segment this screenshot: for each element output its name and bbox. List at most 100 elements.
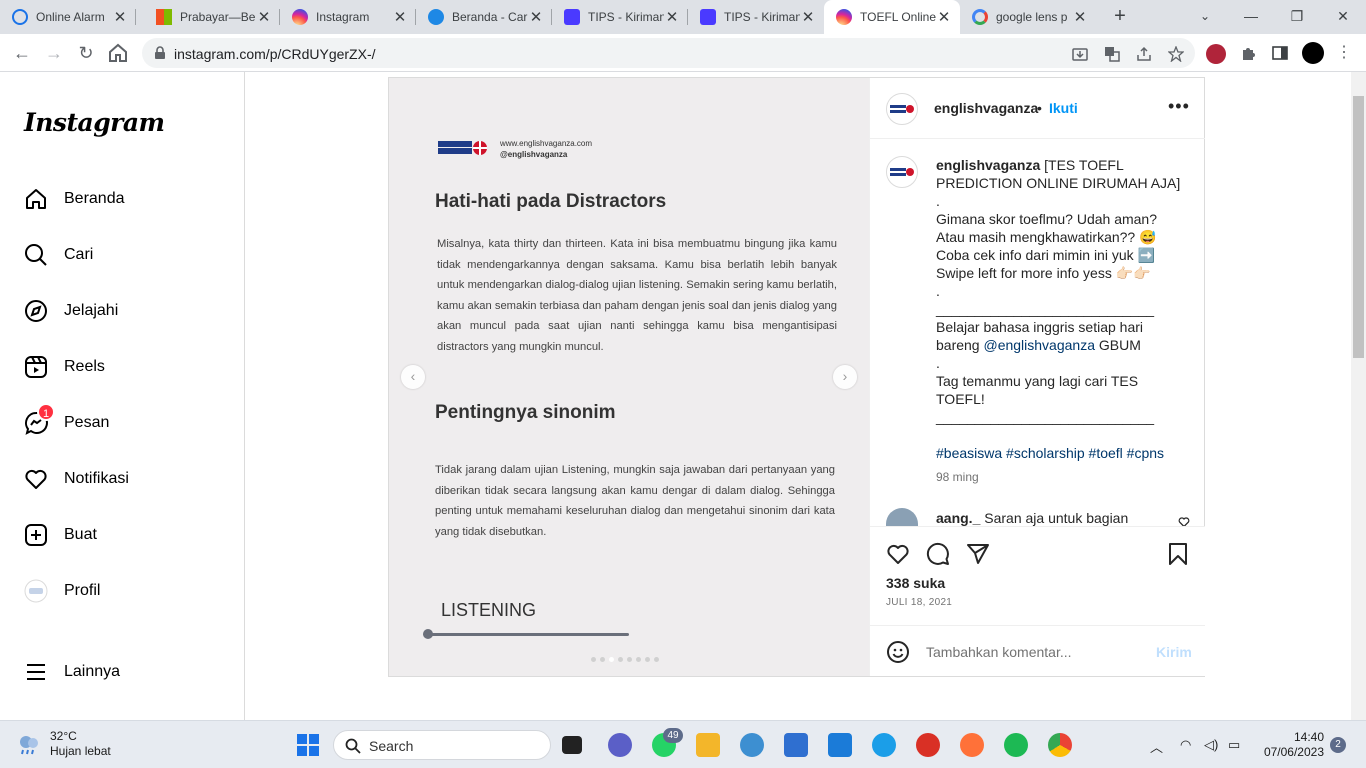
volume-icon[interactable]: ◁) <box>1204 737 1218 753</box>
sidebar-item-reels[interactable]: Reels <box>24 352 105 382</box>
close-window-button[interactable]: ✕ <box>1320 0 1366 34</box>
translate-icon[interactable] <box>1104 46 1120 62</box>
sidebar-item-pesan[interactable]: 1 Pesan <box>24 403 109 438</box>
side-panel-icon[interactable] <box>1272 45 1288 61</box>
instagram-logo[interactable]: Instagram <box>24 108 165 137</box>
forward-button[interactable]: → <box>42 41 66 65</box>
browser-tab[interactable]: google lens p ✕ <box>960 0 1096 34</box>
save-bookmark-icon[interactable] <box>1166 542 1190 566</box>
close-icon[interactable]: ✕ <box>800 8 816 26</box>
extension-icon[interactable] <box>1206 44 1226 64</box>
search-placeholder: Search <box>369 738 414 754</box>
pager-dot-active <box>609 657 614 662</box>
battery-icon[interactable]: ▭ <box>1228 737 1240 753</box>
share-send-icon[interactable] <box>966 542 990 566</box>
edge-icon[interactable] <box>740 733 764 757</box>
close-icon[interactable]: ✕ <box>664 8 680 26</box>
comment-icon[interactable] <box>926 542 950 566</box>
reload-button[interactable]: ↻ <box>74 41 98 65</box>
spotify-icon[interactable] <box>1004 733 1028 757</box>
browser-tab[interactable]: Online Alarm ✕ <box>0 0 136 34</box>
puzzle-icon[interactable] <box>1240 45 1256 61</box>
messenger-icon: 1 <box>24 403 55 435</box>
show-hidden-icons[interactable]: ︿ <box>1150 737 1163 756</box>
notification-badge[interactable]: 2 <box>1330 737 1346 753</box>
more-options-icon[interactable]: ••• <box>1168 96 1190 117</box>
caption-hashtags[interactable]: #beasiswa #scholarship #toefl #cpns <box>936 445 1164 461</box>
emoji-icon[interactable] <box>886 640 910 664</box>
taskbar-search[interactable]: Search <box>333 730 551 760</box>
install-icon[interactable] <box>1072 46 1088 62</box>
wifi-icon[interactable]: ◠ <box>1180 737 1191 753</box>
add-comment-bar: Tambahkan komentar... Kirim <box>870 625 1205 677</box>
follow-button[interactable]: Ikuti <box>1049 100 1078 116</box>
task-view-icon[interactable] <box>562 736 582 754</box>
close-icon[interactable]: ✕ <box>112 8 128 26</box>
back-button[interactable]: ← <box>10 41 34 65</box>
clock-date: 07/06/2023 <box>1263 745 1324 759</box>
page-scrollbar[interactable] <box>1351 72 1366 720</box>
author-username[interactable]: englishvaganza <box>934 100 1038 116</box>
commenter-avatar[interactable] <box>886 508 918 528</box>
comment-input[interactable]: Tambahkan komentar... <box>926 644 1072 660</box>
close-icon[interactable]: ✕ <box>528 8 544 26</box>
sidebar-item-cari[interactable]: Cari <box>24 240 93 270</box>
sidebar-item-jelajahi[interactable]: Jelajahi <box>24 296 118 326</box>
chrome-icon[interactable] <box>1048 733 1072 757</box>
url-text[interactable]: instagram.com/p/CRdUYgerZX-/ <box>174 46 376 62</box>
browser-tab-active[interactable]: TOEFL Online ✕ <box>824 0 960 34</box>
close-icon[interactable]: ✕ <box>392 8 408 26</box>
teams-chat-icon[interactable] <box>608 733 632 757</box>
close-icon[interactable]: ✕ <box>936 8 952 26</box>
caption-avatar[interactable] <box>886 156 918 188</box>
sidebar-item-notifikasi[interactable]: Notifikasi <box>24 464 129 494</box>
tab-title: Prabayar—Be <box>180 10 256 24</box>
like-count[interactable]: 338 suka <box>886 575 945 591</box>
browser-tab[interactable]: Instagram ✕ <box>280 0 416 34</box>
sidebar-item-lainnya[interactable]: Lainnya <box>24 657 120 687</box>
close-icon[interactable]: ✕ <box>1072 8 1088 26</box>
sidebar-item-buat[interactable]: Buat <box>24 520 97 550</box>
profile-avatar[interactable] <box>1302 42 1324 64</box>
caption-mention-link[interactable]: @englishvaganza <box>983 337 1095 353</box>
sidebar-item-beranda[interactable]: Beranda <box>24 184 125 214</box>
firefox-icon[interactable] <box>960 733 984 757</box>
browser-tab[interactable]: Beranda - Car ✕ <box>416 0 552 34</box>
carousel-prev-button[interactable]: ‹ <box>401 365 425 389</box>
carousel-next-button[interactable]: › <box>833 365 857 389</box>
app-icon[interactable] <box>916 733 940 757</box>
browser-tab[interactable]: TIPS - Kiriman ✕ <box>552 0 688 34</box>
browser-tab[interactable]: TIPS - Kiriman ✕ <box>688 0 824 34</box>
maximize-button[interactable]: ❐ <box>1274 0 1320 34</box>
help-icon[interactable] <box>872 733 896 757</box>
file-explorer-icon[interactable] <box>696 733 720 757</box>
caption-username[interactable]: englishvaganza <box>936 157 1040 173</box>
weather-widget[interactable]: 32°C Hujan lebat <box>16 729 111 759</box>
close-icon[interactable]: ✕ <box>256 8 272 26</box>
send-comment-button[interactable]: Kirim <box>1156 644 1192 660</box>
system-clock[interactable]: 14:40 07/06/2023 <box>1260 730 1324 760</box>
home-button[interactable] <box>106 41 130 65</box>
sidebar-item-label: Cari <box>64 246 94 263</box>
media-paragraph: Tidak jarang dalam ujian Listening, mung… <box>435 464 835 538</box>
bookmark-star-icon[interactable] <box>1168 46 1184 62</box>
comment-username[interactable]: aang._ <box>936 510 980 526</box>
sidebar-item-label: Jelajahi <box>64 302 119 319</box>
address-bar[interactable]: instagram.com/p/CRdUYgerZX-/ <box>142 38 1195 68</box>
share-icon[interactable] <box>1136 46 1152 62</box>
author-avatar[interactable] <box>886 93 918 125</box>
tab-search-icon[interactable]: ⌄ <box>1182 0 1228 34</box>
post-media-carousel[interactable]: www.englishvaganza.com @englishvaganza H… <box>389 78 869 676</box>
menu-dots-icon[interactable]: ⋮ <box>1332 41 1356 65</box>
minimize-button[interactable]: — <box>1228 0 1274 34</box>
windows-start-icon[interactable] <box>296 733 320 757</box>
tab-title: TIPS - Kiriman <box>724 10 800 24</box>
browser-tab[interactable]: Prabayar—Be ✕ <box>144 0 280 34</box>
scrollbar-thumb[interactable] <box>1353 96 1364 358</box>
sidebar-item-profil[interactable]: Profil <box>24 576 100 606</box>
myhp-icon[interactable] <box>828 733 852 757</box>
microsoft-store-icon[interactable] <box>784 733 808 757</box>
instagram-icon <box>836 9 852 25</box>
new-tab-button[interactable]: + <box>1108 5 1132 29</box>
like-heart-icon[interactable] <box>886 542 910 566</box>
